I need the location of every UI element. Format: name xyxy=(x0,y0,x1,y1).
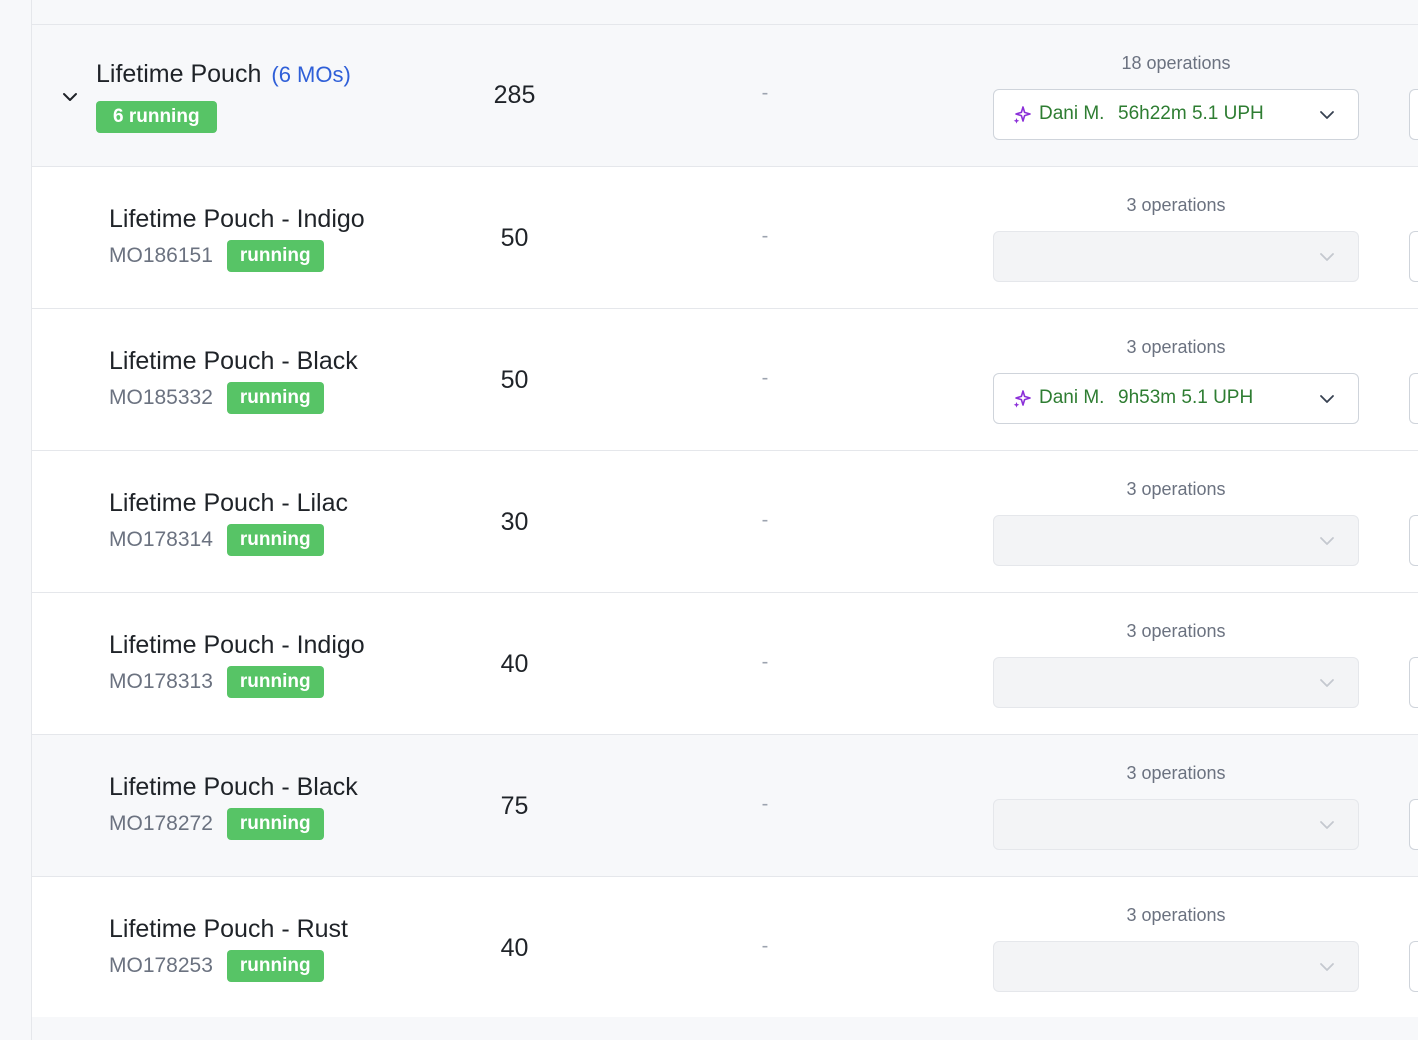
mo-number: MO185332 xyxy=(109,386,213,409)
item-meta: MO178272 running xyxy=(109,808,324,840)
status-badge: running xyxy=(226,666,324,698)
status-badge: running xyxy=(226,950,324,982)
empty-value: - xyxy=(761,225,769,247)
item-meta: MO178314 running xyxy=(109,524,324,556)
status-badge: running xyxy=(226,240,324,272)
table-row[interactable]: Lifetime Pouch - Black MO185332 running … xyxy=(32,309,1418,451)
chevron-down-icon xyxy=(1320,679,1334,687)
mo-number: MO186151 xyxy=(109,244,213,267)
mo-number: MO178314 xyxy=(109,528,213,551)
mo-count-link[interactable]: (6 MOs) xyxy=(271,62,350,87)
chevron-down-icon xyxy=(1320,963,1334,971)
assignee-select[interactable] xyxy=(993,231,1359,282)
empty-value: - xyxy=(761,935,769,957)
mo-number: MO178253 xyxy=(109,954,213,977)
operations-count: 3 operations xyxy=(1126,195,1226,215)
item-title: Lifetime Pouch - Indigo xyxy=(109,631,365,659)
status-badge: 6 running xyxy=(96,101,217,133)
chevron-down-icon xyxy=(1320,253,1334,261)
assignee-select[interactable] xyxy=(993,657,1359,708)
chevron-down-icon xyxy=(1320,111,1334,119)
group-title: Lifetime Pouch (6 MOs) xyxy=(96,60,351,89)
mo-number: MO178313 xyxy=(109,670,213,693)
quantity: 50 xyxy=(500,224,529,252)
previous-row-edge xyxy=(32,0,1418,25)
item-meta: MO185332 running xyxy=(109,382,324,414)
left-rail xyxy=(0,0,32,1040)
empty-value: - xyxy=(761,793,769,815)
item-meta: MO178253 running xyxy=(109,950,324,982)
table-row[interactable]: Lifetime Pouch - Rust MO178253 running 4… xyxy=(32,877,1418,1019)
next-column-control[interactable] xyxy=(1409,941,1418,992)
assignee-select[interactable]: Dani M. 56h22m 5.1 UPH xyxy=(993,89,1359,140)
assignee-select[interactable] xyxy=(993,941,1359,992)
item-meta: MO178313 running xyxy=(109,666,324,698)
next-column-control[interactable] xyxy=(1409,799,1418,850)
quantity: 40 xyxy=(500,934,529,962)
empty-value: - xyxy=(761,509,769,531)
empty-value: - xyxy=(761,367,769,389)
eta-rate: 9h53m 5.1 UPH xyxy=(1118,387,1254,408)
group-row[interactable]: Lifetime Pouch (6 MOs) 6 running 285 - 18… xyxy=(32,25,1418,167)
quantity: 50 xyxy=(500,366,529,394)
empty-value: - xyxy=(761,82,769,104)
table-row[interactable]: Lifetime Pouch - Indigo MO186151 running… xyxy=(32,167,1418,309)
assignee-name: Dani M. xyxy=(1039,103,1105,124)
group-name: Lifetime Pouch xyxy=(96,60,262,88)
quantity: 40 xyxy=(500,650,529,678)
chevron-down-icon xyxy=(1320,537,1334,545)
item-title: Lifetime Pouch - Black xyxy=(109,773,358,801)
quantity: 285 xyxy=(493,81,536,109)
item-title: Lifetime Pouch - Lilac xyxy=(109,489,349,517)
chevron-down-icon xyxy=(1320,821,1334,829)
operations-count: 3 operations xyxy=(1126,621,1226,641)
operations-count: 3 operations xyxy=(1126,479,1226,499)
status-badge: running xyxy=(226,808,324,840)
item-title: Lifetime Pouch - Indigo xyxy=(109,205,365,233)
quantity: 75 xyxy=(500,792,529,820)
assignee-select[interactable]: Dani M. 9h53m 5.1 UPH xyxy=(993,373,1359,424)
collapse-toggle[interactable] xyxy=(58,85,82,109)
sparkle-icon xyxy=(1013,106,1031,124)
item-title: Lifetime Pouch - Black xyxy=(109,347,358,375)
status-badge: running xyxy=(226,382,324,414)
mo-number: MO178272 xyxy=(109,812,213,835)
status-badge: running xyxy=(226,524,324,556)
eta-rate: 56h22m 5.1 UPH xyxy=(1118,103,1264,124)
empty-value: - xyxy=(761,651,769,673)
operations-count: 3 operations xyxy=(1126,905,1226,925)
table-row[interactable]: Lifetime Pouch - Black MO178272 running … xyxy=(32,735,1418,877)
quantity: 30 xyxy=(500,508,529,536)
assignee-select[interactable] xyxy=(993,799,1359,850)
table-row[interactable]: Lifetime Pouch - Indigo MO178313 running… xyxy=(32,593,1418,735)
next-column-control[interactable] xyxy=(1409,515,1418,566)
operations-count: 18 operations xyxy=(1121,53,1231,73)
chevron-down-icon xyxy=(63,93,77,101)
sparkle-icon xyxy=(1013,390,1031,408)
operations-count: 3 operations xyxy=(1126,337,1226,357)
work-orders-table: Lifetime Pouch (6 MOs) 6 running 285 - 18… xyxy=(32,0,1418,1040)
next-row-edge xyxy=(32,1017,1418,1040)
item-meta: MO186151 running xyxy=(109,240,324,272)
next-column-control[interactable] xyxy=(1409,231,1418,282)
next-column-control[interactable] xyxy=(1409,657,1418,708)
operations-count: 3 operations xyxy=(1126,763,1226,783)
chevron-down-icon xyxy=(1320,395,1334,403)
next-column-control[interactable] xyxy=(1409,373,1418,424)
assignee-name: Dani M. xyxy=(1039,387,1105,408)
next-column-control[interactable] xyxy=(1409,89,1418,140)
assignee-select[interactable] xyxy=(993,515,1359,566)
table-row[interactable]: Lifetime Pouch - Lilac MO178314 running … xyxy=(32,451,1418,593)
item-title: Lifetime Pouch - Rust xyxy=(109,915,348,943)
